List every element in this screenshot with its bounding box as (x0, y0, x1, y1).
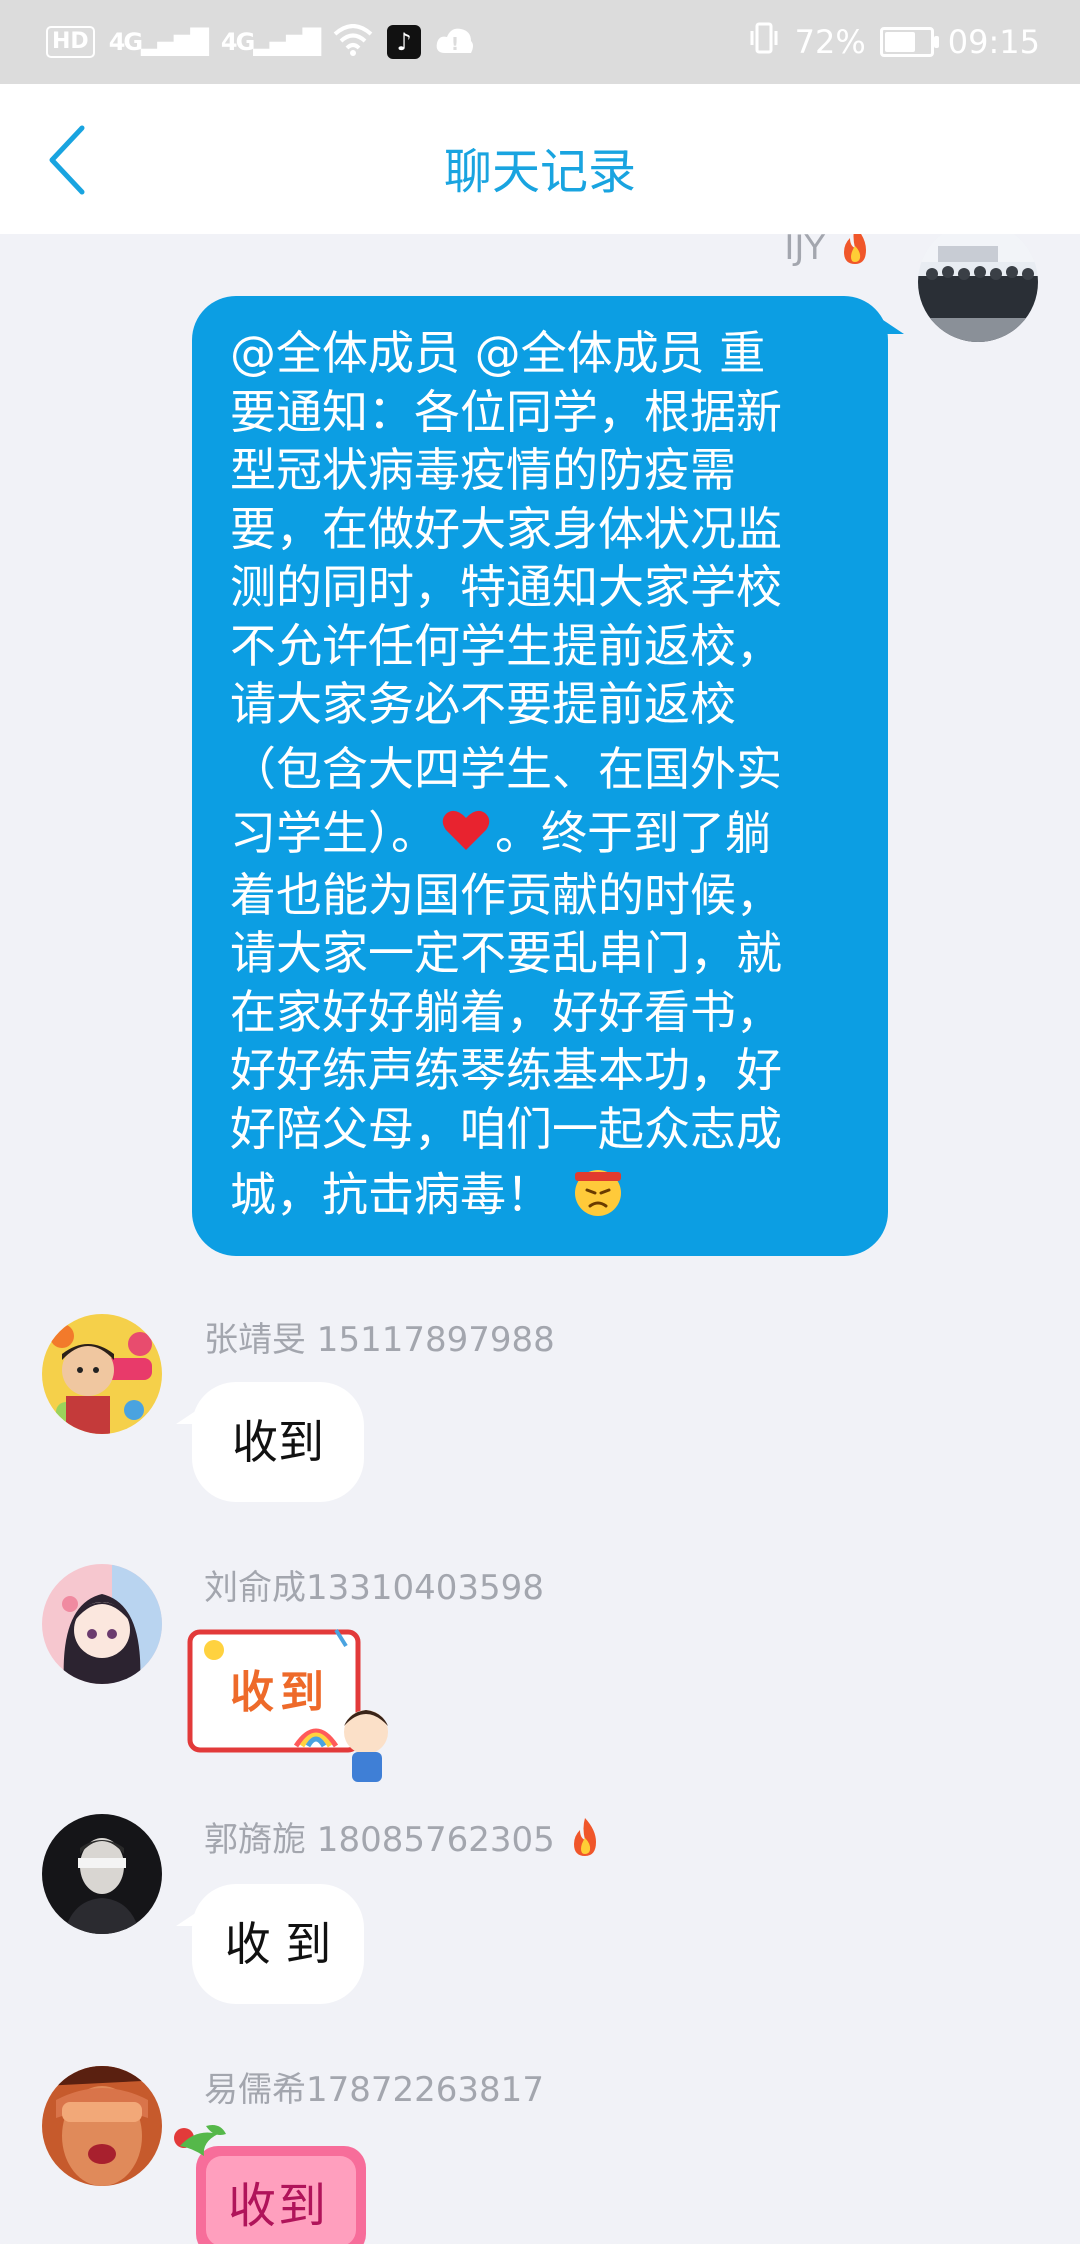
status-bar: HD 4G▂▄▆█ 4G▂▄▆█ ♪ ! 72% 09:15 (0, 0, 1080, 84)
avatar[interactable] (42, 1814, 162, 1934)
message-line: 要通知：各位同学，根据新 (230, 384, 782, 439)
avatar[interactable] (42, 1314, 162, 1434)
message-line: 请大家一定不要乱串门，就 (230, 926, 782, 981)
avatar[interactable] (42, 1564, 162, 1684)
message-text: 收 到 (224, 1917, 332, 1971)
sender-name: 张靖旻 15117897988 (204, 1320, 555, 1360)
message-line: 在家好好躺着，好好看书， (230, 984, 782, 1039)
message-line: 型冠状病毒疫情的防疫需 (230, 443, 736, 497)
fighting-face-icon (571, 1164, 625, 1232)
message-line: 城，抗击病毒！ (230, 1164, 852, 1232)
title-bar: 聊天记录 (0, 84, 1080, 234)
sender-name: 郭旖旎 18085762305 (204, 1812, 604, 1867)
message-line: （包含大四学生、在国外实 (230, 741, 782, 796)
svg-text:!: ! (451, 34, 459, 55)
heart-icon (441, 807, 491, 866)
battery-icon (879, 27, 939, 57)
sticker-message[interactable]: 收到 (176, 1626, 404, 1786)
sticker-message[interactable]: 收到 (166, 2122, 376, 2244)
fire-icon (566, 1816, 604, 1867)
wifi-icon (333, 24, 373, 60)
bubble-tail (176, 1906, 206, 1926)
message-bubble[interactable]: 收到 (176, 1382, 364, 1502)
message-line: 要，在做好大家身体状况监 (230, 501, 782, 556)
cloud-alert-icon: ! (435, 25, 475, 59)
vibrate-icon (747, 21, 781, 63)
message-bubble[interactable]: 收 到 (176, 1884, 364, 2004)
fire-icon (836, 234, 874, 275)
message-line: 着也能为国作贡献的时候， (230, 867, 782, 922)
bubble-tail (874, 314, 904, 334)
page-title: 聊天记录 (443, 144, 636, 200)
avatar[interactable] (918, 234, 1038, 342)
message-line: 测的同时，特通知大家学校 (230, 560, 782, 614)
message-line: 好好练声练琴练基本功，好 (230, 1043, 782, 1098)
message-text: 收到 (232, 1415, 324, 1469)
message-bubble-notice[interactable]: @全体成员 @全体成员 重 要通知：各位同学，根据新 型冠状病毒疫情的防疫需 要… (192, 296, 904, 1256)
chat-history[interactable]: IJY @全体成员 @全体成员 重 要通知：各位同学，根据新 型冠状病毒疫情的防… (0, 234, 1080, 2244)
status-icons-left: HD 4G▂▄▆█ 4G▂▄▆█ ♪ ! (46, 22, 475, 62)
sticker-text: 收到 (230, 1667, 330, 1718)
sender-name: 易儒希17872263817 (204, 2070, 544, 2110)
avatar[interactable] (42, 2066, 162, 2186)
bubble-tail (176, 1404, 206, 1424)
signal-icon-sim1: 4G▂▄▆█ (108, 28, 209, 56)
sticker-text: 收到 (228, 2178, 329, 2234)
hd-badge: HD (46, 26, 95, 58)
tiktok-icon: ♪ (387, 25, 422, 59)
message-line: 请大家务必不要提前返校 (230, 677, 736, 731)
message-line: 习学生）。 。终于到了躺 (230, 804, 852, 866)
sender-name: IJY (784, 234, 874, 275)
message-line: @全体成员 @全体成员 重 (230, 326, 766, 380)
message-line: 好陪父母，咱们一起众志成 (230, 1101, 782, 1156)
battery-percent: 72% (794, 23, 866, 61)
message-line: 不允许任何学生提前返校， (230, 618, 782, 673)
status-time: 09:15 (947, 23, 1040, 61)
signal-icon-sim2: 4G▂▄▆█ (220, 28, 321, 56)
status-icons-right: 72% 09:15 (747, 22, 1040, 62)
sender-name: 刘俞成13310403598 (204, 1568, 544, 1608)
